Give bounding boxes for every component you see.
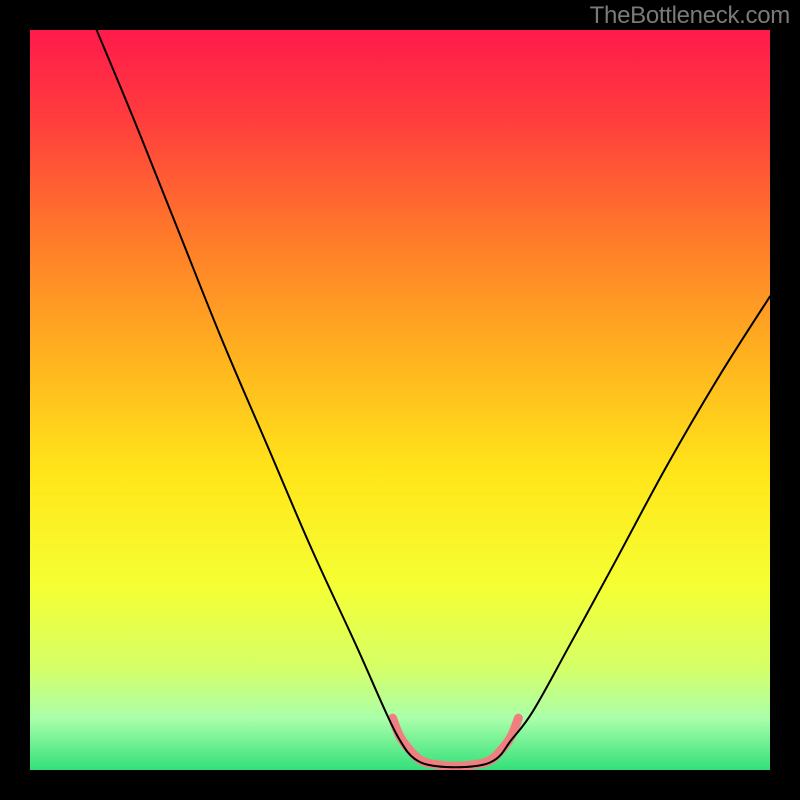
chart-frame: TheBottleneck.com — [0, 0, 800, 800]
bottleneck-curve-chart — [30, 30, 770, 770]
plot-area — [30, 30, 770, 770]
gradient-background — [30, 30, 770, 770]
watermark-text: TheBottleneck.com — [590, 2, 790, 30]
